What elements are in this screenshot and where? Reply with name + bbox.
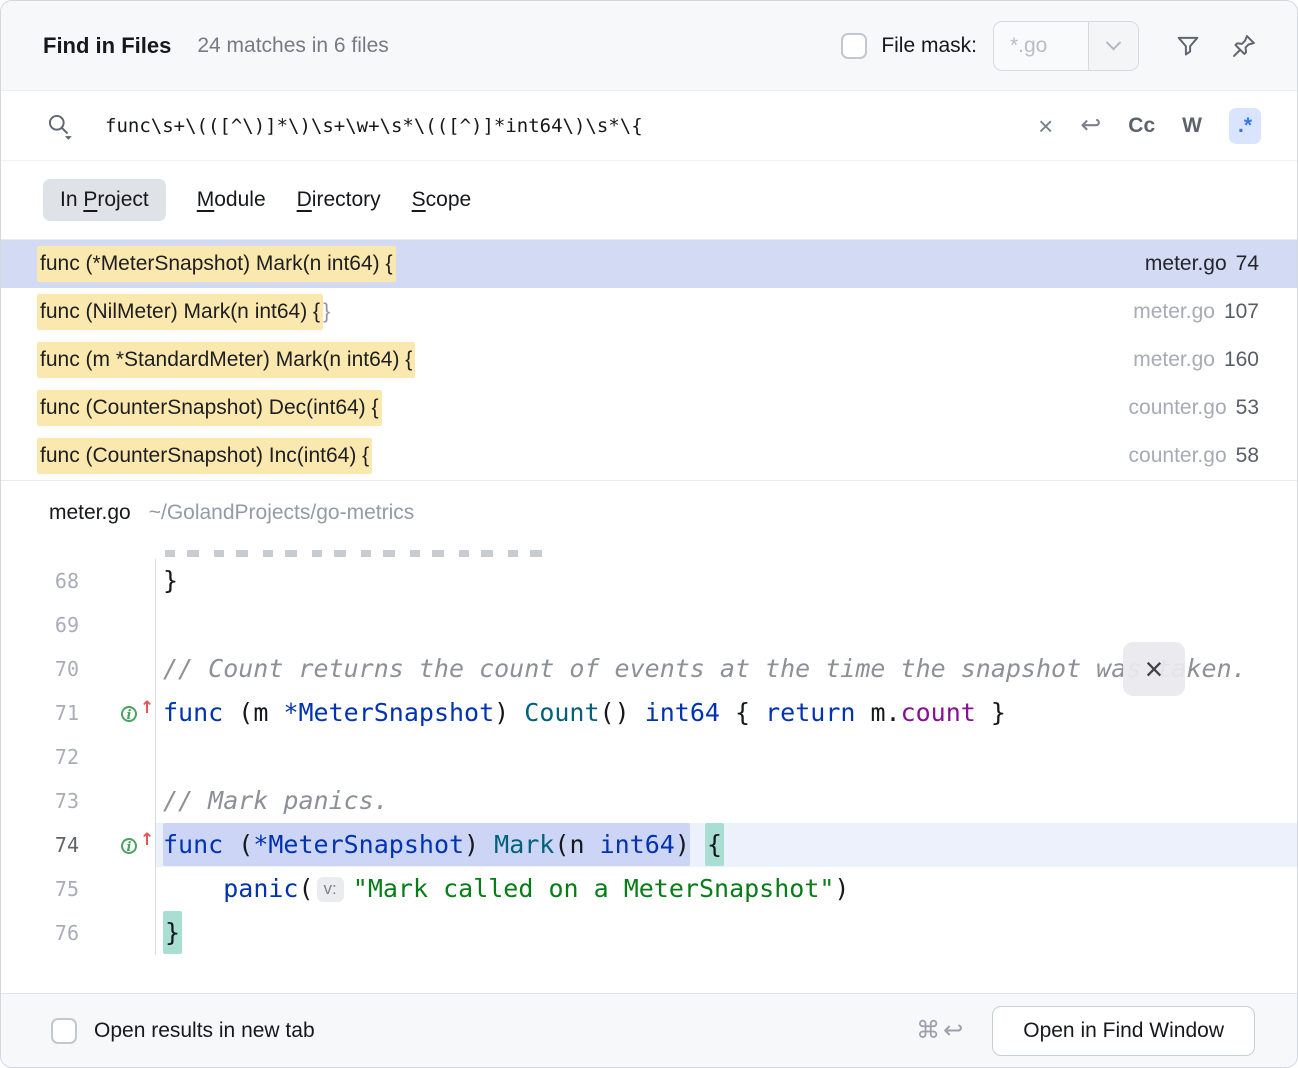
parameter-hint-inlay: v: bbox=[317, 877, 344, 902]
line-number: 74 bbox=[1, 823, 79, 867]
result-line-number: 58 bbox=[1236, 444, 1259, 468]
search-query-input[interactable]: func\s+\(([^\)]*\)\s+\w+\s*\(([^)]*int64… bbox=[105, 115, 1020, 137]
code-editor-preview: 68 } 69 70 // Count returns the count of… bbox=[1, 545, 1297, 993]
line-number: 73 bbox=[1, 779, 79, 823]
search-results-list: func (*MeterSnapshot) Mark(n int64) { me… bbox=[1, 240, 1297, 481]
dialog-header: Find in Files 24 matches in 6 files File… bbox=[1, 1, 1297, 91]
result-file-name: counter.go bbox=[1129, 396, 1227, 420]
dialog-title: Find in Files bbox=[43, 33, 171, 59]
scope-tab-in-project[interactable]: In Project bbox=[43, 179, 166, 221]
result-line-number: 107 bbox=[1224, 300, 1259, 324]
override-gutter-icon[interactable]: i↑ bbox=[121, 831, 153, 859]
search-result-row[interactable]: func (CounterSnapshot) Inc(int64) { coun… bbox=[1, 432, 1297, 480]
file-mask-label: File mask: bbox=[881, 34, 977, 58]
result-file-name: meter.go bbox=[1145, 252, 1227, 276]
open-in-find-window-button[interactable]: Open in Find Window bbox=[992, 1006, 1255, 1056]
result-match-text: func (*MeterSnapshot) Mark(n int64) { bbox=[37, 246, 396, 282]
filter-button[interactable] bbox=[1173, 31, 1203, 61]
search-field-row: func\s+\(([^\)]*\)\s+\w+\s*\(([^)]*int64… bbox=[1, 91, 1297, 161]
matched-brace-highlight: { bbox=[705, 823, 724, 866]
code-line-71[interactable]: 71 i↑ func (m *MeterSnapshot) Count() in… bbox=[1, 691, 1297, 735]
result-file-name: counter.go bbox=[1129, 444, 1227, 468]
result-match-text: func (CounterSnapshot) Inc(int64) { bbox=[37, 438, 372, 474]
match-count: 24 matches in 6 files bbox=[197, 34, 388, 58]
matched-brace-highlight: } bbox=[163, 911, 182, 954]
file-mask-checkbox[interactable] bbox=[841, 33, 867, 59]
search-icon bbox=[45, 111, 75, 141]
line-number: 70 bbox=[1, 647, 79, 691]
line-number: 69 bbox=[1, 603, 79, 647]
override-gutter-icon[interactable]: i↑ bbox=[121, 699, 153, 727]
code-line-69[interactable]: 69 bbox=[1, 603, 1297, 647]
string-literal: "Mark called on a MeterSnapshot" bbox=[353, 874, 835, 903]
find-in-files-dialog: Find in Files 24 matches in 6 files File… bbox=[0, 0, 1298, 1068]
insert-newline-button[interactable]: ↩ bbox=[1080, 113, 1101, 138]
dialog-footer: Open results in new tab ⌘↩ Open in Find … bbox=[1, 993, 1297, 1067]
clear-search-button[interactable]: × bbox=[1038, 113, 1053, 139]
chevron-down-icon bbox=[1106, 35, 1122, 51]
result-match-text: func (m *StandardMeter) Mark(n int64) { bbox=[37, 342, 415, 378]
pin-icon bbox=[1230, 32, 1258, 60]
preview-header: meter.go ~/GolandProjects/go-metrics bbox=[1, 481, 1297, 545]
search-result-row[interactable]: func (m *StandardMeter) Mark(n int64) { … bbox=[1, 336, 1297, 384]
result-line-number: 160 bbox=[1224, 348, 1259, 372]
pin-button[interactable] bbox=[1229, 31, 1259, 61]
preview-file-name: meter.go bbox=[49, 501, 131, 525]
close-hint-button[interactable]: × bbox=[1123, 642, 1185, 696]
code-line-75[interactable]: 75 panic(v:"Mark called on a MeterSnapsh… bbox=[1, 867, 1297, 911]
clipped-code-line bbox=[1, 545, 1297, 559]
result-file-name: meter.go bbox=[1133, 348, 1215, 372]
result-file-name: meter.go bbox=[1133, 300, 1215, 324]
comment-text: // Count returns the count of events at … bbox=[163, 654, 1247, 683]
search-result-row[interactable]: func (CounterSnapshot) Dec(int64) { coun… bbox=[1, 384, 1297, 432]
code-line-72[interactable]: 72 bbox=[1, 735, 1297, 779]
open-results-new-tab-checkbox[interactable] bbox=[51, 1018, 77, 1044]
search-history-button[interactable] bbox=[45, 111, 75, 141]
regex-toggle[interactable]: .* bbox=[1229, 108, 1261, 144]
line-number: 76 bbox=[1, 911, 79, 955]
scope-tabs: In Project Module Directory Scope bbox=[1, 161, 1297, 240]
scope-tab-scope[interactable]: Scope bbox=[412, 179, 472, 221]
code-line-74[interactable]: 74 i↑ func (*MeterSnapshot) Mark(n int64… bbox=[1, 823, 1297, 867]
match-case-toggle[interactable]: Cc bbox=[1128, 114, 1155, 138]
code-line-73[interactable]: 73 // Mark panics. bbox=[1, 779, 1297, 823]
line-number: 72 bbox=[1, 735, 79, 779]
keyboard-shortcut-hint: ⌘↩ bbox=[916, 1016, 966, 1045]
file-mask-dropdown-button[interactable] bbox=[1088, 22, 1138, 70]
line-number: 71 bbox=[1, 691, 79, 735]
result-match-text: func (NilMeter) Mark(n int64) { bbox=[37, 294, 323, 330]
file-mask-value: *.go bbox=[994, 22, 1088, 70]
scope-tab-directory[interactable]: Directory bbox=[297, 179, 381, 221]
result-line-number: 53 bbox=[1236, 396, 1259, 420]
preview-pane: meter.go ~/GolandProjects/go-metrics 68 … bbox=[1, 481, 1297, 993]
line-number: 68 bbox=[1, 559, 79, 603]
open-results-new-tab-label: Open results in new tab bbox=[94, 1019, 315, 1043]
code-line-68[interactable]: 68 } bbox=[1, 559, 1297, 603]
search-result-row[interactable]: func (NilMeter) Mark(n int64) {} meter.g… bbox=[1, 288, 1297, 336]
comment-text: // Mark panics. bbox=[163, 786, 389, 815]
result-rest-text: } bbox=[323, 300, 330, 324]
code-line-76[interactable]: 76 } bbox=[1, 911, 1297, 955]
result-match-text: func (CounterSnapshot) Dec(int64) { bbox=[37, 390, 382, 426]
filter-icon bbox=[1174, 32, 1202, 60]
scope-tab-module[interactable]: Module bbox=[197, 179, 266, 221]
selected-match-highlight: func (*MeterSnapshot) Mark(n int64) bbox=[163, 823, 690, 866]
result-line-number: 74 bbox=[1236, 252, 1259, 276]
close-icon: × bbox=[1145, 651, 1164, 688]
search-result-row[interactable]: func (*MeterSnapshot) Mark(n int64) { me… bbox=[1, 240, 1297, 288]
code-line-70[interactable]: 70 // Count returns the count of events … bbox=[1, 647, 1297, 691]
preview-file-path: ~/GolandProjects/go-metrics bbox=[149, 501, 415, 525]
line-number: 75 bbox=[1, 867, 79, 911]
file-mask-select[interactable]: *.go bbox=[993, 21, 1139, 71]
whole-words-toggle[interactable]: W bbox=[1182, 114, 1202, 138]
